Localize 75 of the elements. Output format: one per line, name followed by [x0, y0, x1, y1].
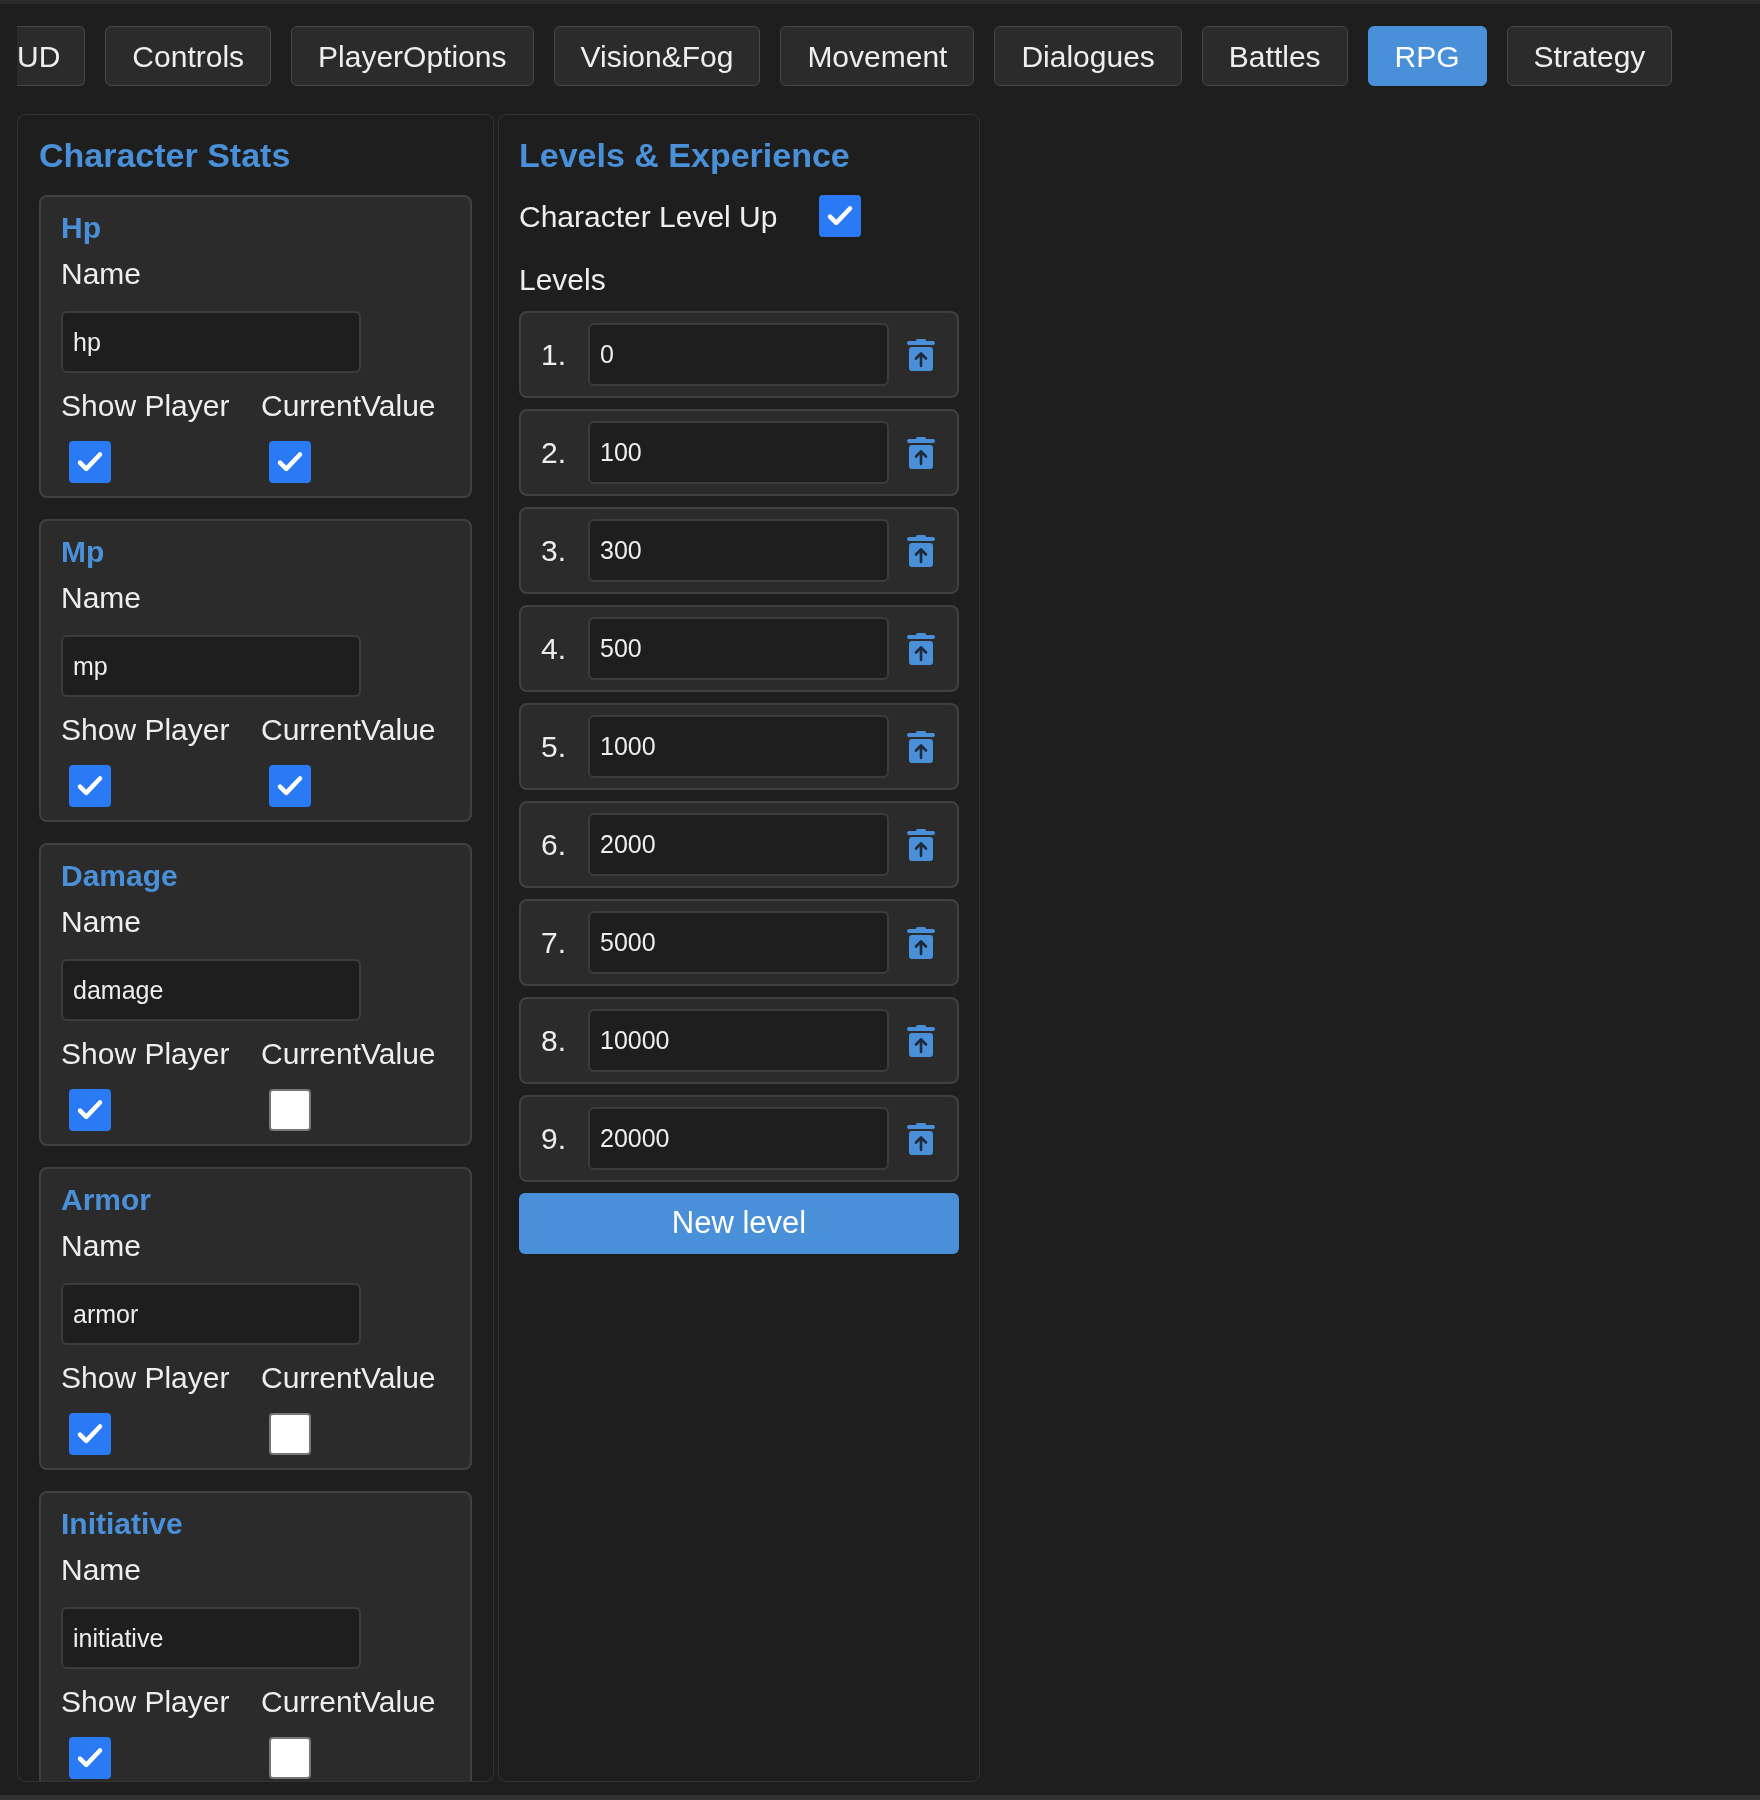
tab[interactable]: Vision&Fog: [553, 26, 761, 86]
tab[interactable]: UD: [17, 26, 86, 86]
checkbox-label: Show Player: [61, 1684, 231, 1720]
panel-title: Levels & Experience: [519, 135, 851, 175]
trash-icon[interactable]: [907, 1024, 935, 1057]
stat-title: Initiative: [61, 1506, 184, 1542]
field-label: Name: [61, 256, 143, 292]
checkbox[interactable]: [69, 441, 111, 483]
tab[interactable]: Controls: [105, 26, 272, 86]
trash-icon[interactable]: [907, 1122, 935, 1155]
tab[interactable]: Battles: [1201, 26, 1348, 86]
level-field[interactable]: 1000: [588, 715, 889, 778]
checkbox-label: CurrentValue: [261, 1684, 436, 1720]
tab[interactable]: Movement: [780, 26, 975, 86]
name-field[interactable]: initiative: [61, 1607, 361, 1669]
checkbox[interactable]: [269, 765, 311, 807]
level-number: 7.: [541, 925, 568, 961]
stat-title: Damage: [61, 858, 179, 894]
level-number: 9.: [541, 1121, 568, 1157]
panel-title: Character Stats: [39, 135, 292, 175]
checkbox-label: Show Player: [61, 388, 231, 424]
field-label: Name: [61, 1228, 143, 1264]
level-field[interactable]: 2000: [588, 813, 889, 876]
level-number: 2.: [541, 435, 568, 471]
level-field[interactable]: 0: [588, 323, 889, 386]
checkbox[interactable]: [269, 1737, 311, 1779]
stat-title: Hp: [61, 210, 102, 246]
section-label: Levels: [519, 262, 607, 298]
level-field[interactable]: 300: [588, 519, 889, 582]
name-field[interactable]: mp: [61, 635, 361, 697]
field-label: Name: [61, 904, 143, 940]
checkbox[interactable]: [69, 1413, 111, 1455]
trash-icon[interactable]: [907, 926, 935, 959]
field-label: Name: [61, 580, 143, 616]
checkbox-label: Character Level Up: [519, 198, 778, 235]
level-number: 3.: [541, 533, 568, 569]
trash-icon[interactable]: [907, 338, 935, 371]
level-field[interactable]: 20000: [588, 1107, 889, 1170]
checkbox[interactable]: [269, 1089, 311, 1131]
checkbox[interactable]: [269, 441, 311, 483]
tab[interactable]: PlayerOptions: [291, 26, 534, 86]
name-field[interactable]: damage: [61, 959, 361, 1021]
checkbox-label: CurrentValue: [261, 1360, 436, 1396]
checkbox[interactable]: [69, 765, 111, 807]
stat-title: Armor: [61, 1182, 152, 1218]
name-field[interactable]: hp: [61, 311, 361, 373]
checkbox[interactable]: [69, 1737, 111, 1779]
level-field[interactable]: 500: [588, 617, 889, 680]
trash-icon[interactable]: [907, 436, 935, 469]
level-number: 4.: [541, 631, 568, 667]
level-number: 8.: [541, 1023, 568, 1059]
tab[interactable]: Dialogues: [994, 26, 1182, 86]
stat-title: Mp: [61, 534, 106, 570]
checkbox[interactable]: [819, 195, 862, 237]
trash-icon[interactable]: [907, 632, 935, 665]
tab[interactable]: Strategy: [1506, 26, 1673, 86]
level-field[interactable]: 10000: [588, 1009, 889, 1072]
level-field[interactable]: 5000: [588, 911, 889, 974]
level-number: 1.: [541, 337, 568, 373]
level-number: 5.: [541, 729, 568, 765]
name-field[interactable]: armor: [61, 1283, 361, 1345]
checkbox-label: CurrentValue: [261, 388, 436, 424]
checkbox[interactable]: [69, 1089, 111, 1131]
checkbox-label: Show Player: [61, 1036, 231, 1072]
checkbox-label: CurrentValue: [261, 1036, 436, 1072]
checkbox-label: Show Player: [61, 712, 231, 748]
level-number: 6.: [541, 827, 568, 863]
field-label: Name: [61, 1552, 143, 1588]
level-field[interactable]: 100: [588, 421, 889, 484]
trash-icon[interactable]: [907, 730, 935, 763]
trash-icon[interactable]: [907, 534, 935, 567]
checkbox-label: Show Player: [61, 1360, 231, 1396]
checkbox[interactable]: [269, 1413, 311, 1455]
checkbox-label: CurrentValue: [261, 712, 436, 748]
trash-icon[interactable]: [907, 828, 935, 861]
